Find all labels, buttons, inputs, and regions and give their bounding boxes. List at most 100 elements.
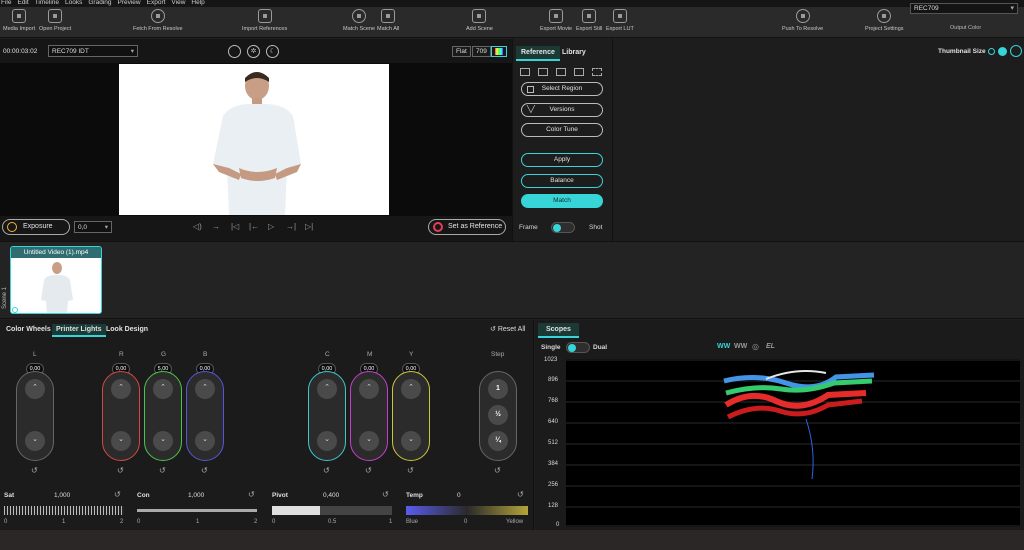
exposure-value-select[interactable]: 0,0 [74,221,112,233]
menu-edit[interactable]: Edit [17,0,28,7]
reset-icon[interactable]: ↺ [494,466,501,475]
reset-icon[interactable]: ↺ [517,490,524,499]
reset-icon[interactable]: ↺ [201,466,208,475]
step-quarter-button[interactable]: ¼ [488,431,508,451]
match-all-button[interactable]: Match All [377,8,399,32]
arrow-right-icon[interactable]: → [212,222,220,231]
circle-icon[interactable] [228,45,241,58]
match-button[interactable]: Match [521,194,603,208]
menu-file[interactable]: File [1,0,11,7]
reset-all-button[interactable]: ↺ Reset All [490,325,525,333]
push-to-resolve-button[interactable]: Push To Resolve [782,8,823,32]
chevron-up-icon[interactable]: ⌃ [111,379,131,399]
waveform-icon[interactable]: WW [717,343,730,350]
tab-scopes[interactable]: Scopes [538,323,579,338]
single-view-icon[interactable] [520,68,530,76]
media-import-button[interactable]: Media Import [3,8,35,32]
chevron-up-icon[interactable]: ⌃ [195,379,215,399]
reset-icon[interactable]: ↺ [382,490,389,499]
chevron-up-icon[interactable]: ⌃ [359,379,379,399]
fetch-from-resolve-button[interactable]: Fetch From Resolve [133,8,183,32]
split-view-icon[interactable] [538,68,548,76]
menu-grading[interactable]: Grading [88,0,111,7]
sun-icon[interactable]: ✲ [247,45,260,58]
chevron-down-icon[interactable]: ⌄ [195,431,215,451]
sat-slider[interactable] [4,506,124,515]
step-forward-icon[interactable]: →| [286,222,296,231]
output-color-select[interactable]: REC709 [910,3,1018,14]
chevron-down-icon[interactable]: ⌄ [25,431,45,451]
chevron-down-icon[interactable]: ⌄ [153,431,173,451]
gamma-button[interactable]: 709 [472,46,491,57]
reset-icon[interactable]: ↺ [407,466,414,475]
menu-help[interactable]: Help [191,0,204,7]
reset-icon[interactable]: ↺ [365,466,372,475]
reset-icon[interactable]: ↺ [117,466,124,475]
volume-icon[interactable]: ◁) [193,222,202,231]
reset-icon[interactable]: ↺ [114,490,121,499]
chevron-up-icon[interactable]: ⌃ [25,379,45,399]
tab-reference[interactable]: Reference [516,46,560,61]
frame-shot-toggle[interactable] [551,222,575,233]
overlay-view-icon[interactable] [556,68,566,76]
match-scene-button[interactable]: Match Scene [343,8,375,32]
menu-export[interactable]: Export [147,0,166,7]
idt-select[interactable]: REC709 IDT [48,45,138,57]
skip-start-icon[interactable]: |◁ [231,222,239,231]
chevron-down-icon[interactable]: ⌄ [111,431,131,451]
fullscreen-icon[interactable] [592,68,602,76]
versions-button[interactable]: ╲╱ Versions [521,103,603,117]
pivot-slider[interactable] [272,506,392,515]
con-slider[interactable] [137,506,257,515]
add-scene-button[interactable]: Add Scene [466,8,493,32]
chevron-up-icon[interactable]: ⌃ [153,379,173,399]
step-1-button[interactable]: 1 [488,379,508,399]
parade-icon[interactable]: WW [734,343,747,350]
open-project-button[interactable]: Open Project [39,8,71,32]
menu-looks[interactable]: Looks [65,0,82,7]
play-icon[interactable]: ▷ [268,222,274,231]
set-as-reference-button[interactable]: Set as Reference [428,219,506,235]
reset-icon[interactable]: ↺ [159,466,166,475]
reset-icon[interactable]: ↺ [31,466,38,475]
chevron-down-icon[interactable]: ⌄ [359,431,379,451]
step-back-icon[interactable]: |← [249,222,259,231]
tab-look-design[interactable]: Look Design [102,324,152,335]
menu-preview[interactable]: Preview [118,0,141,7]
exposure-button[interactable]: Exposure [2,219,70,235]
menu-view[interactable]: View [171,0,185,7]
tab-library[interactable]: Library [557,46,591,59]
vectorscope-icon[interactable]: ◎ [752,342,759,351]
clip-thumbnail[interactable]: Untitled Video (1).mp4 [10,246,102,314]
select-region-button[interactable]: Select Region [521,82,603,96]
step-half-button[interactable]: ½ [488,405,508,425]
flat-button[interactable]: Flat [452,46,471,57]
import-references-button[interactable]: Import References [242,8,287,32]
export-movie-button[interactable]: Export Movie [540,8,572,32]
thumbnail-medium-option[interactable] [998,47,1007,56]
apply-button[interactable]: Apply [521,153,603,167]
grid-view-icon[interactable] [574,68,584,76]
skip-end-icon[interactable]: ▷| [305,222,313,231]
chevron-down-icon[interactable]: ⌄ [317,431,337,451]
tab-color-wheels[interactable]: Color Wheels [2,324,55,335]
chevron-up-icon[interactable]: ⌃ [317,379,337,399]
single-dual-toggle[interactable] [566,342,590,353]
tab-printer-lights[interactable]: Printer Lights [52,324,106,337]
menu-timeline[interactable]: Timeline [35,0,59,7]
color-tune-button[interactable]: Color Tune [521,123,603,137]
export-lut-button[interactable]: Export LUT [606,8,634,32]
reset-icon[interactable]: ↺ [248,490,255,499]
thumbnail-large-option[interactable] [1010,45,1022,57]
temp-slider[interactable] [406,506,528,515]
project-settings-button[interactable]: Project Settings [865,8,904,32]
chevron-up-icon[interactable]: ⌃ [401,379,421,399]
moon-icon[interactable]: ☾ [266,45,279,58]
histogram-icon[interactable]: EL [766,343,775,350]
thumbnail-small-option[interactable] [988,48,995,55]
reset-icon[interactable]: ↺ [323,466,330,475]
export-still-button[interactable]: Export Still [576,8,602,32]
chevron-down-icon[interactable]: ⌄ [401,431,421,451]
balance-button[interactable]: Balance [521,174,603,188]
color-mode-button[interactable] [491,46,507,57]
